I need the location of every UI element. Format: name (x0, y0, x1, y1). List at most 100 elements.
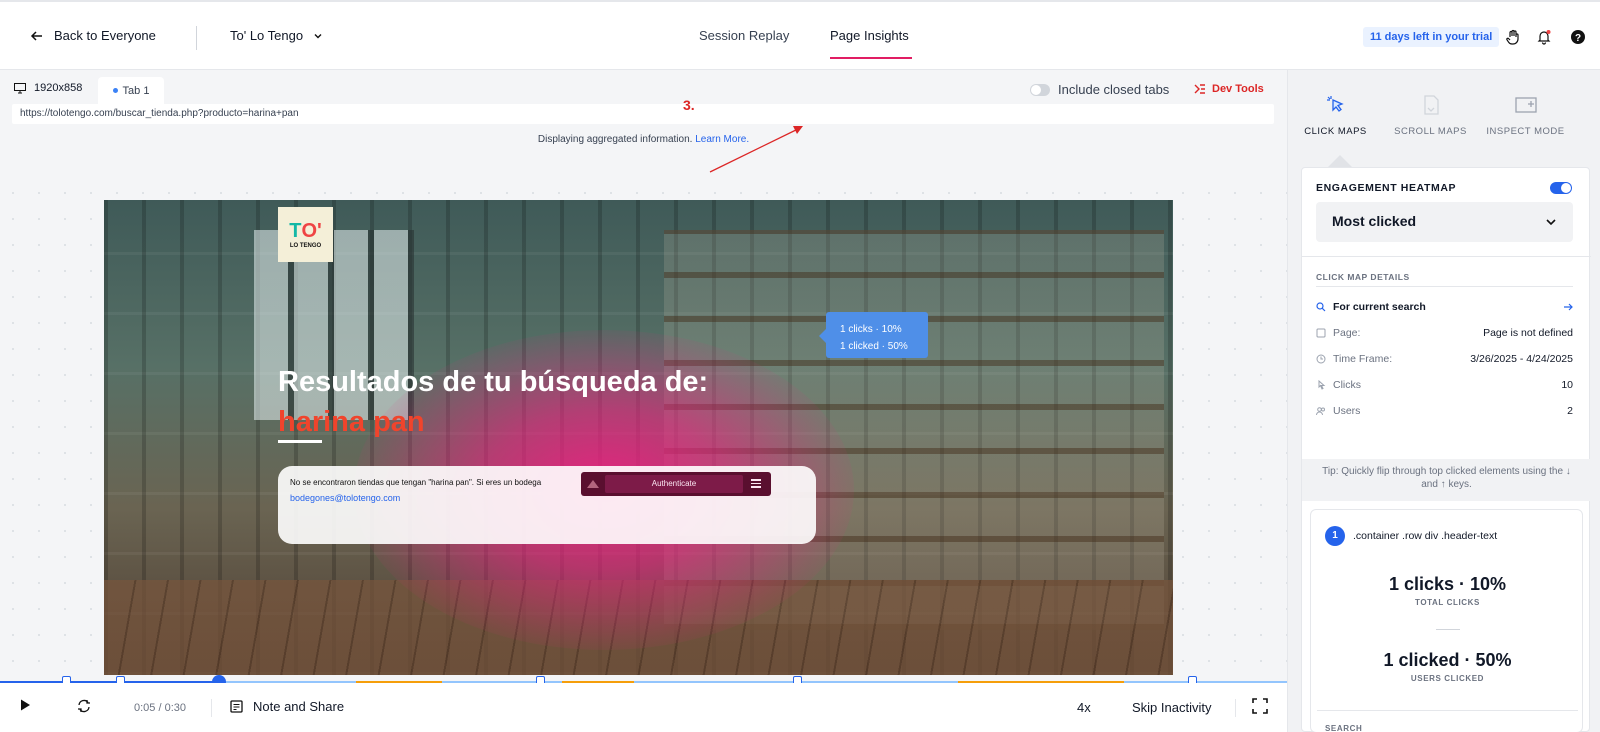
browser-tab[interactable]: Tab 1 (98, 77, 164, 104)
tab-click-maps[interactable]: CLICK MAPS (1288, 70, 1383, 166)
site-name: To' Lo Tengo (230, 28, 304, 43)
top-element-card[interactable]: 1 .container .row div .header-text 1 cli… (1310, 509, 1583, 732)
note-and-share-label: Note and Share (253, 699, 345, 714)
playback-controls: 0:05 / 0:30 Note and Share 4x Skip Inact… (0, 683, 1287, 732)
divider (1302, 256, 1591, 257)
resolution-value: 1920x858 (34, 82, 83, 94)
divider (1436, 629, 1460, 630)
divider (211, 699, 212, 717)
users-icon (1316, 407, 1325, 416)
active-tab-indicator (830, 57, 912, 59)
playback-speed-button[interactable]: 4x (1077, 700, 1091, 715)
divider (196, 26, 197, 50)
logo-subtitle: LO TENGO (289, 242, 322, 249)
clock-icon (1316, 354, 1326, 364)
heatmap-settings-box: ENGAGEMENT HEATMAP Most clicked CLICK MA… (1301, 167, 1591, 732)
include-closed-tabs-toggle[interactable]: Include closed tabs (1030, 82, 1169, 97)
scroll-map-icon (1423, 95, 1439, 115)
engagement-heatmap-label: ENGAGEMENT HEATMAP (1316, 182, 1457, 194)
site-selector[interactable]: To' Lo Tengo (230, 28, 323, 43)
replay-meta-bar: 1920x858 Tab 1 Include closed tabs Dev T… (0, 70, 1287, 104)
fullscreen-button[interactable] (1252, 698, 1268, 714)
detail-users-label: Users (1333, 405, 1361, 417)
help-icon[interactable]: ? (1568, 27, 1588, 47)
aggregated-info: Displaying aggregated information. Learn… (0, 134, 1287, 145)
element-users-clicked-label: USERS CLICKED (1410, 674, 1485, 683)
element-total-clicks-label: TOTAL CLICKS (1415, 598, 1480, 607)
repeat-icon (78, 699, 90, 713)
dev-tools-button[interactable]: Dev Tools (1194, 83, 1264, 95)
playback-time: 0:05 / 0:30 (134, 702, 186, 714)
element-total-clicks: 1 clicks · 10% (1388, 574, 1507, 594)
element-users-clicked: 1 clicked · 50% (1383, 650, 1512, 670)
chevron-down-icon (1546, 219, 1556, 226)
play-button[interactable] (18, 698, 32, 712)
hand-icon[interactable] (1503, 27, 1523, 47)
map-mode-tabs: CLICK MAPS SCROLL MAPS INSPECT MODE (1288, 70, 1600, 166)
scroll-maps-label: SCROLL MAPS (1394, 126, 1467, 137)
authenticate-bar[interactable]: Authenticate (581, 472, 771, 496)
annotation-arrow (709, 126, 803, 173)
tab-scroll-maps[interactable]: SCROLL MAPS (1383, 70, 1478, 166)
trial-badge[interactable]: 11 days left in your trial (1363, 27, 1500, 47)
element-rank-badge: 1 (1325, 526, 1345, 546)
note-icon (230, 700, 243, 713)
tab-session-replay[interactable]: Session Replay (699, 28, 789, 43)
site-logo[interactable]: TO' LO TENGO (278, 207, 333, 262)
tab-page-insights[interactable]: Page Insights (830, 28, 909, 43)
heatmap-type-value: Most clicked (1332, 213, 1417, 229)
authenticate-button[interactable]: Authenticate (605, 475, 743, 493)
toggle-switch[interactable] (1030, 83, 1050, 96)
dev-tools-label: Dev Tools (1212, 83, 1264, 95)
play-icon (21, 699, 30, 711)
loop-button[interactable] (76, 698, 92, 714)
url-bar: https://tolotengo.com/buscar_tienda.php?… (12, 104, 1274, 124)
divider (1317, 710, 1578, 711)
detail-clicks-label: Clicks (1333, 379, 1361, 391)
detail-row-page: Page: Page is not defined (1316, 324, 1573, 342)
element-search-section-label: SEARCH (1325, 724, 1363, 732)
note-and-share-button[interactable]: Note and Share (230, 699, 344, 714)
pointer-icon (1318, 380, 1326, 390)
click-stats-tooltip: 1 clicks · 10% 1 clicked · 50% (819, 312, 928, 358)
insights-panel: CLICK MAPS SCROLL MAPS INSPECT MODE ENGA… (1287, 70, 1600, 732)
divider (1316, 286, 1573, 287)
bell-icon[interactable] (1534, 27, 1554, 47)
fullscreen-icon (1252, 698, 1268, 714)
detail-row-timeframe: Time Frame: 3/26/2025 - 4/24/2025 (1316, 350, 1573, 368)
monitor-icon (14, 82, 26, 93)
results-headline[interactable]: Resultados de tu búsqueda de: harina pan (278, 362, 708, 442)
logo-mark: TO' (289, 219, 322, 242)
click-maps-label: CLICK MAPS (1304, 126, 1367, 137)
back-to-everyone-button[interactable]: Back to Everyone (30, 28, 156, 43)
for-current-search-row[interactable]: For current search (1316, 298, 1573, 316)
svg-text:?: ? (1575, 33, 1581, 44)
skip-inactivity-button[interactable]: Skip Inactivity (1132, 700, 1211, 715)
element-selector: .container .row div .header-text (1353, 530, 1498, 542)
search-term: harina pan (278, 406, 425, 438)
chevron-down-icon (314, 33, 322, 38)
tab-inspect-mode[interactable]: INSPECT MODE (1478, 70, 1573, 166)
detail-page-value: Page is not defined (1483, 327, 1573, 339)
detail-row-clicks: Clicks 10 (1316, 376, 1573, 394)
active-mode-caret (1328, 155, 1352, 167)
top-bar: Back to Everyone To' Lo Tengo Session Re… (0, 0, 1600, 70)
cursor-click-icon (1326, 96, 1344, 112)
browser-tab-label: Tab 1 (122, 84, 150, 97)
engagement-heatmap-toggle[interactable] (1550, 182, 1572, 194)
detail-clicks-value: 10 (1561, 379, 1573, 391)
click-map-details-label: CLICK MAP DETAILS (1316, 272, 1410, 282)
annotation-label: 3. (683, 97, 695, 113)
contact-email-link[interactable]: bodegones@tolotengo.com (290, 493, 400, 503)
detail-timeframe-label: Time Frame: (1333, 353, 1393, 365)
detail-timeframe-value: 3/26/2025 - 4/24/2025 (1470, 353, 1573, 365)
inspect-plus-icon (1514, 97, 1537, 113)
detail-row-users: Users 2 (1316, 402, 1573, 420)
detail-users-value: 2 (1567, 405, 1573, 417)
hamburger-menu-icon[interactable] (751, 479, 761, 489)
heatmap-type-select[interactable]: Most clicked (1316, 202, 1573, 242)
no-results-message: No se encontraron tiendas que tengan "ha… (290, 478, 542, 487)
divider (1235, 699, 1236, 717)
arrow-left-icon (30, 30, 42, 41)
search-icon (1316, 302, 1326, 312)
